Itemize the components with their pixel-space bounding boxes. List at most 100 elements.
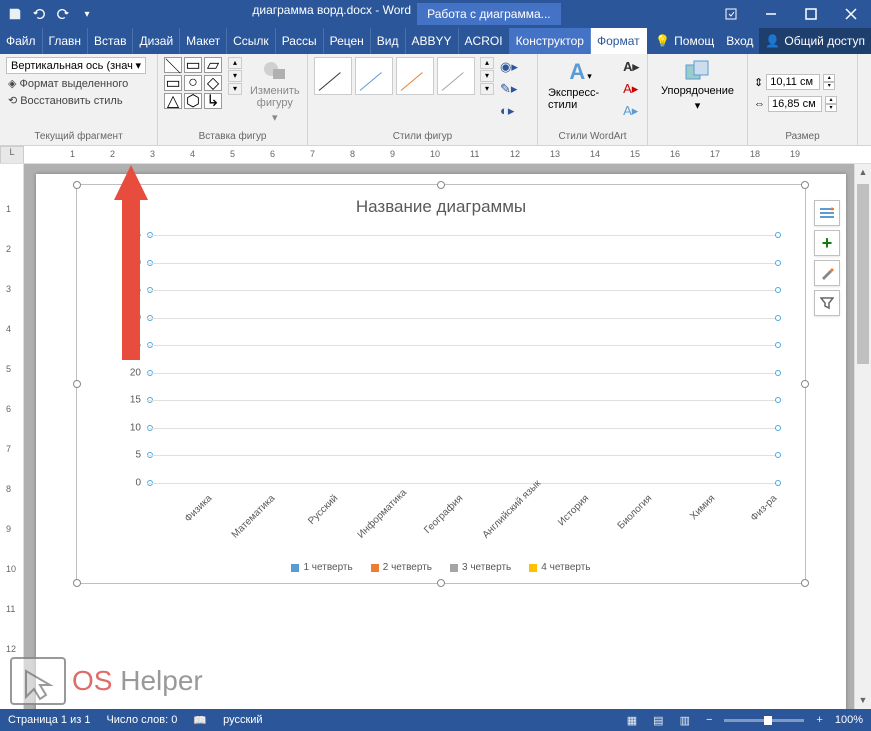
chart-side-buttons: + xyxy=(814,200,840,316)
resize-handle[interactable] xyxy=(801,181,809,189)
qat-customize-button[interactable]: ▾ xyxy=(76,3,98,25)
resize-handle[interactable] xyxy=(73,579,81,587)
watermark: OS Helper xyxy=(10,657,203,705)
tab-mailings[interactable]: Рассы xyxy=(276,28,324,54)
legend-item[interactable]: 1 четверть xyxy=(291,562,352,573)
legend-item[interactable]: 3 четверть xyxy=(450,562,511,573)
sign-in-button[interactable]: Вход xyxy=(720,28,759,54)
ruler-corner[interactable]: L xyxy=(0,146,24,164)
width-spinner[interactable]: ▴▾ xyxy=(825,96,837,112)
tab-layout[interactable]: Макет xyxy=(180,28,227,54)
chart-x-axis[interactable]: ФизикаМатематикаРусскийИнформатикаГеогра… xyxy=(147,485,775,537)
change-shape-button: Изменить фигуру▾ xyxy=(246,57,304,126)
share-button[interactable]: 👤 Общий доступ xyxy=(759,28,871,54)
group-label-insert-shapes: Вставка фигур xyxy=(164,129,301,142)
web-layout-button[interactable]: ▥ xyxy=(676,714,694,727)
document-area: 123456789101112 Название диаграммы 05101… xyxy=(0,164,871,709)
resize-handle[interactable] xyxy=(73,181,81,189)
ribbon-options-button[interactable] xyxy=(711,0,751,28)
cursor-icon xyxy=(10,657,66,705)
zoom-out-button[interactable]: − xyxy=(702,714,716,726)
proofing-icon[interactable]: 📖 xyxy=(193,714,207,727)
group-label-wordart-styles: Стили WordArt xyxy=(544,129,641,142)
contextual-tab-title: Работа с диаграмма... xyxy=(417,3,561,25)
shape-styles-gallery[interactable]: ▴▾▾ xyxy=(314,57,494,95)
scroll-up-button[interactable]: ▲ xyxy=(855,164,871,181)
status-bar: Страница 1 из 1 Число слов: 0 📖 русский … xyxy=(0,709,871,731)
chart-y-axis[interactable]: 051015202530354045 xyxy=(117,235,143,483)
x-axis-label[interactable]: Физ-ра xyxy=(732,493,809,570)
chart-plot-area[interactable]: 051015202530354045 xyxy=(147,235,775,483)
text-fill-button[interactable]: A▸ xyxy=(623,59,639,75)
wordart-styles-button[interactable]: A▾ Экспресс-стили xyxy=(544,57,617,113)
tab-insert[interactable]: Встав xyxy=(88,28,133,54)
chart-filters-button[interactable] xyxy=(814,290,840,316)
shape-gallery[interactable]: ＼▭▱ ▭○◇ △⬡↳ xyxy=(164,57,222,109)
title-bar: ▾ диаграмма ворд.docx - Word Работа с ди… xyxy=(0,0,871,28)
page-indicator[interactable]: Страница 1 из 1 xyxy=(8,714,90,726)
chart-bars[interactable] xyxy=(147,235,775,483)
save-button[interactable] xyxy=(4,3,26,25)
minimize-button[interactable] xyxy=(751,0,791,28)
format-icon: ◈ xyxy=(8,77,16,90)
chart-title[interactable]: Название диаграммы xyxy=(77,185,805,225)
tab-file[interactable]: Файл xyxy=(0,28,43,54)
tell-me-button[interactable]: 💡Помощ xyxy=(649,28,720,54)
legend-item[interactable]: 2 четверть xyxy=(371,562,432,573)
chart-elements-button[interactable]: + xyxy=(814,230,840,256)
format-selection-button[interactable]: ◈Формат выделенного xyxy=(6,76,130,91)
shape-fill-button[interactable]: ◉▸ xyxy=(500,59,518,75)
word-count[interactable]: Число слов: 0 xyxy=(106,714,177,726)
undo-button[interactable] xyxy=(28,3,50,25)
document-page[interactable]: Название диаграммы 051015202530354045 Фи… xyxy=(36,174,846,709)
tab-chart-format[interactable]: Формат xyxy=(591,28,647,54)
print-layout-button[interactable]: ▤ xyxy=(649,714,667,727)
tab-design[interactable]: Дизай xyxy=(133,28,180,54)
tab-review[interactable]: Рецен xyxy=(324,28,371,54)
read-mode-button[interactable]: ▦ xyxy=(623,714,641,727)
chart-legend[interactable]: 1 четверть 2 четверть 3 четверть 4 четверть xyxy=(77,562,805,573)
shape-effects-button[interactable]: ◐▸ xyxy=(500,103,518,119)
change-shape-icon xyxy=(261,59,289,83)
group-label-size: Размер xyxy=(754,129,851,142)
zoom-slider[interactable] xyxy=(724,719,804,722)
redo-button[interactable] xyxy=(52,3,74,25)
resize-handle[interactable] xyxy=(73,380,81,388)
resize-handle[interactable] xyxy=(437,181,445,189)
vertical-ruler[interactable]: 123456789101112 xyxy=(0,164,24,709)
zoom-level[interactable]: 100% xyxy=(835,714,863,726)
chart-object[interactable]: Название диаграммы 051015202530354045 Фи… xyxy=(76,184,806,584)
shape-outline-button[interactable]: ✎▸ xyxy=(500,81,518,97)
chart-element-dropdown[interactable]: Вертикальная ось (знач▾ xyxy=(6,57,146,74)
horizontal-ruler[interactable]: L 12345678910111213141516171819 xyxy=(0,146,871,164)
language-indicator[interactable]: русский xyxy=(223,714,262,726)
tab-home[interactable]: Главн xyxy=(43,28,89,54)
chart-styles-button[interactable] xyxy=(814,260,840,286)
arrange-button[interactable]: Упорядочение▾ xyxy=(657,57,738,114)
resize-handle[interactable] xyxy=(437,579,445,587)
height-input[interactable]: 10,11 см xyxy=(766,74,820,90)
tab-references[interactable]: Ссылк xyxy=(227,28,276,54)
tab-acrobat[interactable]: ACROI xyxy=(459,28,510,54)
height-spinner[interactable]: ▴▾ xyxy=(823,74,835,90)
resize-handle[interactable] xyxy=(801,380,809,388)
tab-abbyy[interactable]: ABBYY xyxy=(406,28,459,54)
close-button[interactable] xyxy=(831,0,871,28)
maximize-button[interactable] xyxy=(791,0,831,28)
chart-layout-options-button[interactable] xyxy=(814,200,840,226)
tab-chart-design[interactable]: Конструктор xyxy=(510,28,591,54)
scroll-thumb[interactable] xyxy=(857,184,869,364)
text-effects-button[interactable]: A▸ xyxy=(623,103,639,119)
chevron-down-icon: ▾ xyxy=(587,71,592,82)
width-input[interactable]: 16,85 см xyxy=(768,96,822,112)
text-outline-button[interactable]: A▸ xyxy=(623,81,639,97)
vertical-scrollbar[interactable]: ▲ ▼ xyxy=(854,164,871,709)
legend-item[interactable]: 4 четверть xyxy=(529,562,590,573)
shape-gallery-scroll[interactable]: ▴▾▾ xyxy=(228,57,242,95)
ribbon-tabs: Файл Главн Встав Дизай Макет Ссылк Рассы… xyxy=(0,28,871,54)
zoom-in-button[interactable]: + xyxy=(812,714,826,726)
scroll-down-button[interactable]: ▼ xyxy=(855,692,871,709)
reset-style-button[interactable]: ⟲Восстановить стиль xyxy=(6,93,125,108)
tab-view[interactable]: Вид xyxy=(371,28,406,54)
resize-handle[interactable] xyxy=(801,579,809,587)
